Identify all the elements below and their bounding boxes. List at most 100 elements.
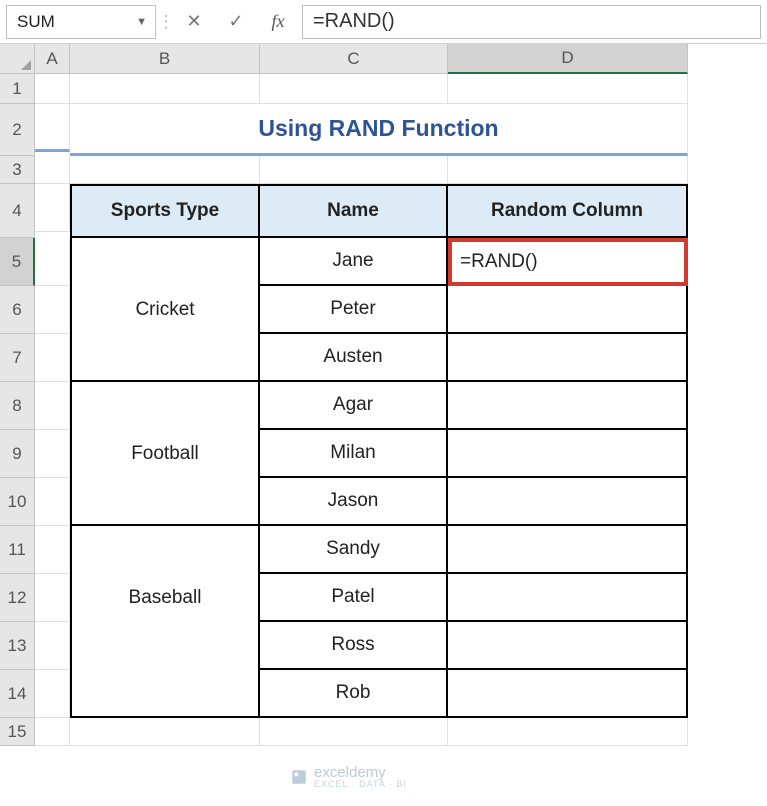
cell-sport[interactable] [70, 238, 260, 286]
spreadsheet-grid: A B C D 1 2 Using RAND Function 3 [0, 44, 767, 746]
cell[interactable] [35, 718, 70, 746]
cell[interactable] [35, 104, 70, 152]
row-header[interactable]: 12 [0, 574, 35, 622]
row-header[interactable]: 11 [0, 526, 35, 574]
cell[interactable] [35, 382, 70, 430]
col-header-a[interactable]: A [35, 44, 70, 74]
cell-random[interactable] [448, 670, 688, 718]
cell[interactable] [35, 238, 70, 286]
cell-random[interactable] [448, 574, 688, 622]
cell-name[interactable]: Ross [260, 622, 448, 670]
cell[interactable] [448, 718, 688, 746]
row-header[interactable]: 3 [0, 156, 35, 184]
watermark: exceldemy EXCEL · DATA · BI [290, 765, 407, 789]
row-header[interactable]: 7 [0, 334, 35, 382]
row-header[interactable]: 4 [0, 184, 35, 238]
cell[interactable] [260, 718, 448, 746]
cell[interactable] [35, 156, 70, 184]
cell[interactable] [35, 334, 70, 382]
watermark-name: exceldemy [314, 765, 407, 780]
row-header[interactable]: 14 [0, 670, 35, 718]
cell[interactable] [35, 670, 70, 718]
column-headers: A B C D [0, 44, 767, 74]
col-header-d[interactable]: D [448, 44, 688, 74]
row: 4 Sports Type Name Random Column [0, 184, 767, 238]
cell[interactable] [35, 622, 70, 670]
logo-icon [290, 768, 308, 786]
row: 9 Football Milan [0, 430, 767, 478]
row: 2 Using RAND Function [0, 104, 767, 156]
cell-name[interactable]: Austen [260, 334, 448, 382]
cell[interactable] [260, 74, 448, 104]
cell-sport[interactable]: Baseball [70, 574, 260, 622]
active-cell[interactable]: =RAND() [448, 238, 688, 286]
row-header[interactable]: 9 [0, 430, 35, 478]
cell[interactable] [448, 74, 688, 104]
row: 3 [0, 156, 767, 184]
cell[interactable] [35, 574, 70, 622]
row: 12 Baseball Patel [0, 574, 767, 622]
divider: ⋮ [162, 5, 170, 39]
fx-icon[interactable]: fx [260, 5, 296, 39]
cell-sport[interactable] [70, 670, 260, 718]
col-header-b[interactable]: B [70, 44, 260, 74]
row-header[interactable]: 15 [0, 718, 35, 746]
cell[interactable] [35, 478, 70, 526]
cell-sport[interactable] [70, 382, 260, 430]
cell[interactable] [35, 430, 70, 478]
cell-random[interactable] [448, 622, 688, 670]
cell[interactable] [70, 156, 260, 184]
cell-sport[interactable]: Cricket [70, 286, 260, 334]
cell-random[interactable] [448, 478, 688, 526]
row-header[interactable]: 6 [0, 286, 35, 334]
cancel-icon[interactable]: ✕ [176, 5, 212, 39]
name-box[interactable]: SUM ▼ [6, 5, 156, 39]
cell-random[interactable] [448, 526, 688, 574]
cell-sport[interactable] [70, 526, 260, 574]
row-header[interactable]: 2 [0, 104, 35, 156]
row: 1 [0, 74, 767, 104]
table-header: Name [260, 184, 448, 238]
cell-name[interactable]: Sandy [260, 526, 448, 574]
cell[interactable] [35, 184, 70, 232]
cell-name[interactable]: Jason [260, 478, 448, 526]
formula-input[interactable] [302, 5, 761, 39]
select-all-corner[interactable] [0, 44, 35, 74]
cell-name[interactable]: Patel [260, 574, 448, 622]
accept-icon[interactable]: ✓ [218, 5, 254, 39]
cell[interactable] [70, 74, 260, 104]
cell-name[interactable]: Milan [260, 430, 448, 478]
cell-sport[interactable] [70, 622, 260, 670]
row: 5 Jane =RAND() [0, 238, 767, 286]
cell-random[interactable] [448, 286, 688, 334]
row-header[interactable]: 13 [0, 622, 35, 670]
cell-name[interactable]: Rob [260, 670, 448, 718]
cell-sport[interactable]: Football [70, 430, 260, 478]
col-header-c[interactable]: C [260, 44, 448, 74]
row-header[interactable]: 1 [0, 74, 35, 104]
cell-sport[interactable] [70, 478, 260, 526]
page-title: Using RAND Function [70, 104, 688, 156]
cell-random[interactable] [448, 334, 688, 382]
formula-bar: SUM ▼ ⋮ ✕ ✓ fx [0, 0, 767, 44]
cell-name[interactable]: Peter [260, 286, 448, 334]
row: 11 Sandy [0, 526, 767, 574]
cell-sport[interactable] [70, 334, 260, 382]
cell-name[interactable]: Jane [260, 238, 448, 286]
row: 10 Jason [0, 478, 767, 526]
cell[interactable] [260, 156, 448, 184]
table-header: Sports Type [70, 184, 260, 238]
row: 13 Ross [0, 622, 767, 670]
cell-name[interactable]: Agar [260, 382, 448, 430]
cell[interactable] [70, 718, 260, 746]
cell-random[interactable] [448, 382, 688, 430]
cell[interactable] [35, 286, 70, 334]
cell[interactable] [35, 526, 70, 574]
row-header[interactable]: 8 [0, 382, 35, 430]
row-header[interactable]: 5 [0, 238, 35, 286]
cell[interactable] [448, 156, 688, 184]
row: 15 [0, 718, 767, 746]
row-header[interactable]: 10 [0, 478, 35, 526]
cell-random[interactable] [448, 430, 688, 478]
cell[interactable] [35, 74, 70, 104]
